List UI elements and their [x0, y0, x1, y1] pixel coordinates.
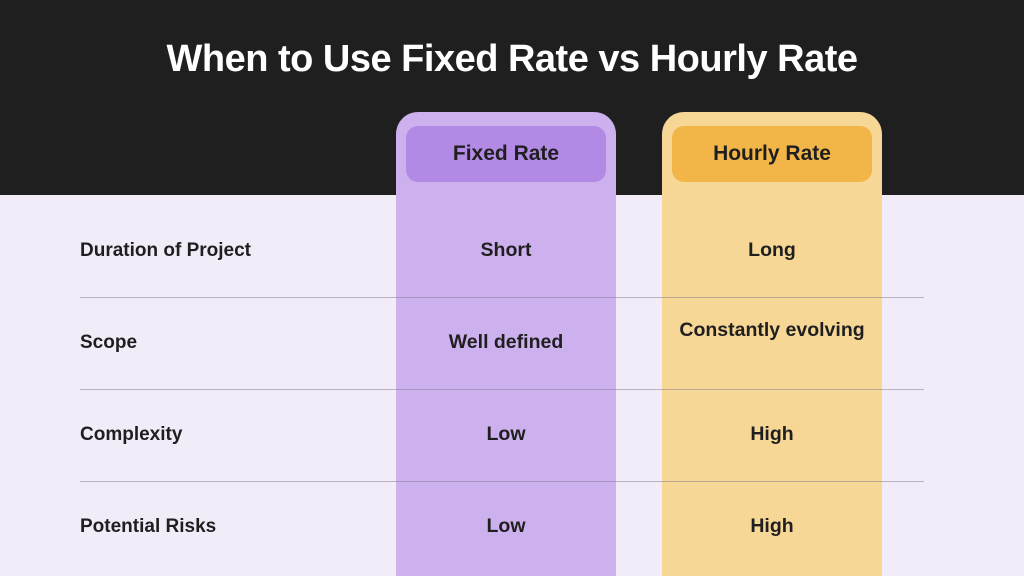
cell-fixed-duration: Short — [396, 238, 616, 262]
cell-hourly-complexity: High — [662, 422, 882, 446]
column-header-hourly: Hourly Rate — [672, 126, 872, 182]
cell-hourly-duration: Long — [662, 238, 882, 262]
cell-fixed-risks: Low — [396, 514, 616, 538]
row-label-duration: Duration of Project — [80, 240, 396, 262]
cell-hourly-risks: High — [662, 514, 882, 538]
row-label-risks: Potential Risks — [80, 516, 396, 538]
page-title: When to Use Fixed Rate vs Hourly Rate — [0, 38, 1024, 81]
row-label-complexity: Complexity — [80, 424, 396, 446]
column-header-fixed: Fixed Rate — [406, 126, 606, 182]
cell-hourly-scope: Constantly evolving — [662, 318, 882, 342]
row-label-scope: Scope — [80, 332, 396, 354]
cell-fixed-scope: Well defined — [396, 330, 616, 354]
cell-fixed-complexity: Low — [396, 422, 616, 446]
